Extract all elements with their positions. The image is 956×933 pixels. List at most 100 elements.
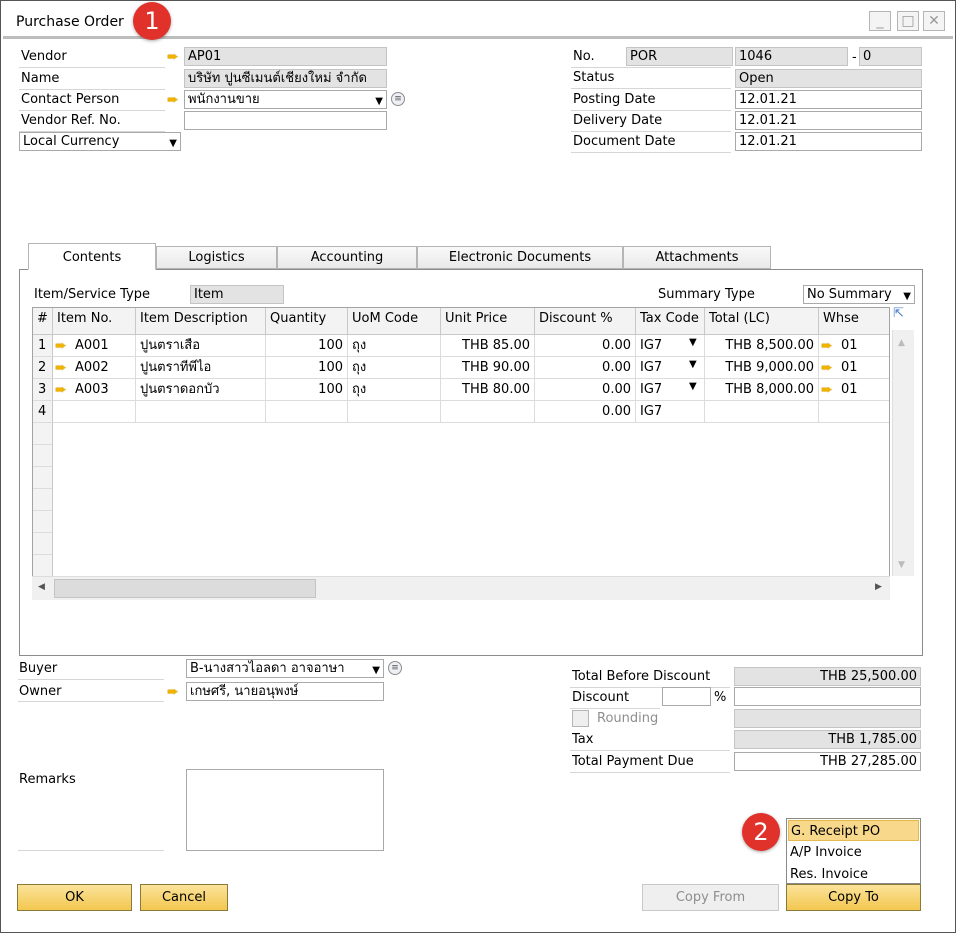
warehouse-link-arrow-icon[interactable]: ➨ <box>821 383 837 397</box>
column-header[interactable]: Item Description <box>136 308 266 335</box>
tax-field[interactable]: THB 1,785.00 <box>734 730 921 749</box>
warehouse-cell[interactable] <box>819 401 889 423</box>
warehouse-link-arrow-icon[interactable]: ➨ <box>821 361 837 375</box>
total-lc-cell[interactable]: THB 9,000.00 <box>705 357 819 379</box>
vendor-link-arrow-icon[interactable]: ➨ <box>167 50 183 64</box>
scroll-thumb[interactable] <box>54 579 316 598</box>
unit-price-cell[interactable]: THB 90.00 <box>441 357 535 379</box>
remarks-textarea[interactable] <box>186 769 384 851</box>
owner-field[interactable]: เกษศรี, นายอนุพงษ์ <box>186 682 384 701</box>
item-link-arrow-icon[interactable]: ➨ <box>55 339 71 353</box>
posting-date-field[interactable]: 12.01.21 <box>735 90 922 109</box>
summary-type-dropdown[interactable]: No Summary ▼ <box>803 285 915 304</box>
scroll-left-icon[interactable]: ◀ <box>38 582 45 592</box>
column-header[interactable]: Quantity <box>266 308 348 335</box>
column-header[interactable]: Tax Code <box>636 308 705 335</box>
tab-contents[interactable]: Contents <box>28 243 156 270</box>
vendor-name-field[interactable]: บริษัท ปูนซีเมนต์เชียงใหม่ จำกัด <box>184 69 387 88</box>
scroll-up-icon[interactable]: ▲ <box>898 338 905 348</box>
tax-dropdown-arrow-icon[interactable]: ▼ <box>689 337 697 348</box>
column-header[interactable]: Total (LC) <box>705 308 819 335</box>
total-lc-cell[interactable] <box>705 401 819 423</box>
copy-to-button[interactable]: Copy To <box>786 884 921 911</box>
discount-cell[interactable]: 0.00 <box>535 357 636 379</box>
tab-accounting[interactable]: Accounting <box>277 246 417 269</box>
row-number[interactable]: 1 <box>33 335 53 357</box>
item-link-arrow-icon[interactable]: ➨ <box>55 383 71 397</box>
total-before-discount-field[interactable]: THB 25,500.00 <box>734 667 921 686</box>
item-description-cell[interactable]: ปูนตราเสือ <box>136 335 266 357</box>
minimize-button[interactable]: _ <box>869 11 891 31</box>
buyer-details-icon[interactable]: ≡ <box>388 661 402 675</box>
unit-price-cell[interactable] <box>441 401 535 423</box>
uom-cell[interactable]: ถุง <box>348 379 441 401</box>
uom-cell[interactable]: ถุง <box>348 335 441 357</box>
row-number[interactable]: 4 <box>33 401 53 423</box>
menu-item-reserve-invoice[interactable]: Res. Invoice <box>788 864 919 885</box>
scroll-right-icon[interactable]: ▶ <box>875 582 882 592</box>
discount-cell[interactable]: 0.00 <box>535 335 636 357</box>
row-number[interactable]: 2 <box>33 357 53 379</box>
item-description-cell[interactable]: ปูนตราดอกบัว <box>136 379 266 401</box>
uom-cell[interactable]: ถุง <box>348 357 441 379</box>
document-date-field[interactable]: 12.01.21 <box>735 132 922 151</box>
discount-cell[interactable]: 0.00 <box>535 401 636 423</box>
vendor-field[interactable]: AP01 <box>184 47 387 66</box>
unit-price-cell[interactable]: THB 80.00 <box>441 379 535 401</box>
contact-person-dropdown[interactable]: พนักงานขาย ▼ <box>184 90 387 109</box>
column-header[interactable]: Discount % <box>535 308 636 335</box>
currency-dropdown[interactable]: Local Currency ▼ <box>19 132 181 151</box>
column-header[interactable]: Unit Price <box>441 308 535 335</box>
column-header[interactable]: Item No. <box>53 308 136 335</box>
copy-from-button[interactable]: Copy From <box>642 884 779 911</box>
total-lc-cell[interactable]: THB 8,500.00 <box>705 335 819 357</box>
cancel-button[interactable]: Cancel <box>140 884 228 911</box>
contact-details-icon[interactable]: ≡ <box>391 92 405 106</box>
scroll-down-icon[interactable]: ▼ <box>898 560 905 570</box>
doc-suffix-field[interactable]: 0 <box>859 47 922 66</box>
quantity-cell[interactable]: 100 <box>266 357 348 379</box>
delivery-date-field[interactable]: 12.01.21 <box>735 111 922 130</box>
discount-amount-field[interactable] <box>734 687 921 706</box>
discount-cell[interactable]: 0.00 <box>535 379 636 401</box>
ok-button[interactable]: OK <box>17 884 132 911</box>
quantity-cell[interactable]: 100 <box>266 335 348 357</box>
tax-dropdown-arrow-icon[interactable]: ▼ <box>689 381 697 392</box>
item-link-arrow-icon[interactable]: ➨ <box>55 361 71 375</box>
tab-electronic-documents[interactable]: Electronic Documents <box>417 246 623 269</box>
maximize-button[interactable]: □ <box>897 11 919 31</box>
total-lc-cell[interactable]: THB 8,000.00 <box>705 379 819 401</box>
expand-grid-icon[interactable]: ⇱ <box>893 306 904 321</box>
status-field[interactable]: Open <box>735 69 922 88</box>
series-field[interactable]: POR <box>626 47 733 66</box>
column-header[interactable]: Whse <box>819 308 889 335</box>
row-number[interactable]: 3 <box>33 379 53 401</box>
vendor-ref-field[interactable] <box>184 111 387 130</box>
menu-item-goods-receipt-po[interactable]: G. Receipt PO <box>788 820 919 841</box>
grid-vertical-scrollbar[interactable]: ▲ ▼ <box>892 330 914 576</box>
column-header[interactable]: # <box>33 308 53 335</box>
item-description-cell[interactable] <box>136 401 266 423</box>
item-service-type-field[interactable]: Item <box>190 285 284 304</box>
owner-link-arrow-icon[interactable]: ➨ <box>167 685 183 699</box>
menu-item-ap-invoice[interactable]: A/P Invoice <box>788 842 919 863</box>
item-no-cell[interactable] <box>53 401 136 423</box>
quantity-cell[interactable]: 100 <box>266 379 348 401</box>
quantity-cell[interactable] <box>266 401 348 423</box>
tax-dropdown-arrow-icon[interactable]: ▼ <box>689 359 697 370</box>
tax-code-cell[interactable]: IG7 <box>636 401 705 423</box>
item-description-cell[interactable]: ปูนตราทีพีไอ <box>136 357 266 379</box>
buyer-dropdown[interactable]: B-นางสาวไอลดา อาจอาษา ▼ <box>186 659 384 678</box>
tab-attachments[interactable]: Attachments <box>623 246 771 269</box>
discount-percent-field[interactable] <box>662 687 711 706</box>
column-header[interactable]: UoM Code <box>348 308 441 335</box>
uom-cell[interactable] <box>348 401 441 423</box>
warehouse-link-arrow-icon[interactable]: ➨ <box>821 339 837 353</box>
close-button[interactable]: ✕ <box>923 11 945 31</box>
doc-number-field[interactable]: 1046 <box>735 47 848 66</box>
contact-link-arrow-icon[interactable]: ➨ <box>167 93 183 107</box>
rounding-checkbox[interactable] <box>572 710 589 727</box>
tab-logistics[interactable]: Logistics <box>156 246 277 269</box>
total-payment-due-field[interactable]: THB 27,285.00 <box>734 752 921 771</box>
grid-horizontal-scrollbar[interactable]: ◀ ▶ <box>32 576 890 600</box>
